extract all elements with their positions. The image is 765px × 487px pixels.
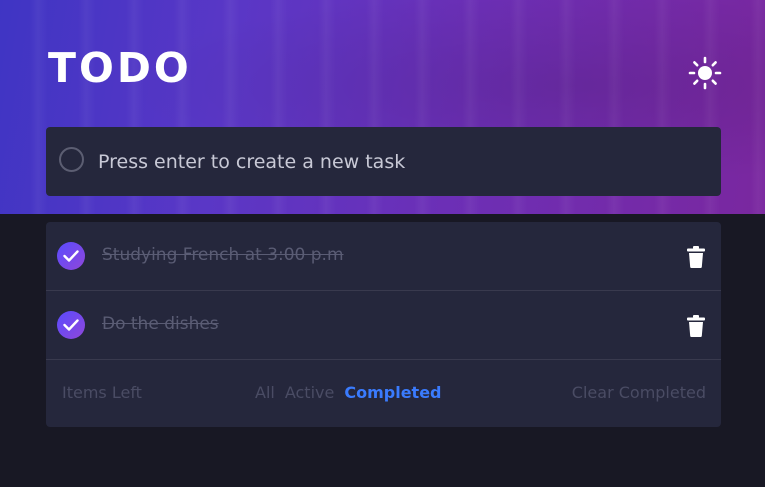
checkmark-icon — [63, 319, 79, 331]
list-footer: Items Left All Active Completed Clear Co… — [46, 360, 721, 426]
task-checkbox[interactable] — [57, 242, 85, 270]
list-item: Studying French at 3:00 p.m — [46, 222, 721, 291]
new-task-form — [46, 127, 721, 196]
new-task-circle-icon — [59, 147, 84, 172]
filter-group: All Active Completed — [255, 383, 442, 402]
delete-task-button[interactable] — [686, 315, 706, 337]
list-item: Do the dishes — [46, 291, 721, 360]
filter-active[interactable]: Active — [285, 383, 335, 402]
task-text: Do the dishes — [102, 314, 219, 334]
app-title: TODO — [48, 44, 192, 92]
filter-all[interactable]: All — [255, 383, 275, 402]
task-checkbox[interactable] — [57, 311, 85, 339]
task-list: Studying French at 3:00 p.m Do the dishe… — [46, 222, 721, 427]
clear-completed-button[interactable]: Clear Completed — [572, 383, 706, 402]
filter-completed[interactable]: Completed — [344, 383, 441, 402]
trash-icon — [687, 315, 705, 337]
task-text: Studying French at 3:00 p.m — [102, 245, 344, 265]
trash-icon — [687, 246, 705, 268]
theme-toggle-button[interactable] — [688, 56, 722, 90]
checkmark-icon — [63, 250, 79, 262]
new-task-input[interactable] — [98, 127, 698, 196]
delete-task-button[interactable] — [686, 246, 706, 268]
sun-icon — [688, 56, 722, 90]
items-left-counter: Items Left — [62, 383, 142, 402]
